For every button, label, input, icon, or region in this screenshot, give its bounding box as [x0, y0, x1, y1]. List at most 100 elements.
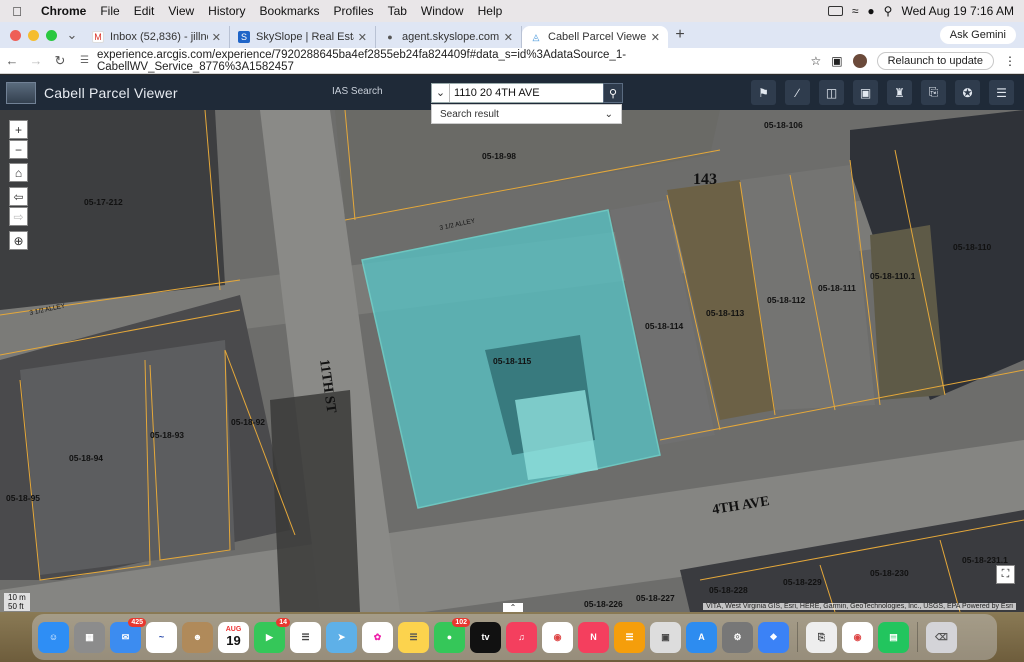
browser-tab-strip: ⌄ M Inbox (52,836) - jillnelsonre ✕ S Sk…: [0, 22, 1024, 48]
dock-separator: [797, 622, 798, 652]
more-menu-icon[interactable]: ⋮: [1004, 54, 1016, 68]
close-window-button[interactable]: [10, 29, 21, 41]
search-source-dropdown[interactable]: ⌄: [432, 84, 450, 102]
menu-clock[interactable]: Wed Aug 19 7:16 AM: [901, 4, 1014, 18]
numbers-icon[interactable]: ▤: [878, 621, 909, 653]
photos-icon[interactable]: ✿: [362, 621, 393, 653]
safari-icon[interactable]: ❖: [758, 621, 789, 653]
parcel-label: 05-18-95: [6, 493, 40, 503]
back-button[interactable]: ←: [0, 53, 24, 68]
calendar-icon[interactable]: AUG 19: [218, 621, 249, 653]
home-icon[interactable]: ⌂: [9, 163, 28, 182]
parcel-label: 05-18-229: [783, 577, 822, 587]
parcel-label: 05-18-92: [231, 417, 265, 427]
measure-icon[interactable]: ∕: [785, 80, 810, 105]
next-extent-icon[interactable]: ⇨: [9, 207, 28, 226]
chrome-icon[interactable]: ◉: [542, 621, 573, 653]
launchpad-icon[interactable]: ▦: [74, 621, 105, 653]
battery-icon[interactable]: [827, 6, 843, 16]
books-icon[interactable]: ☰: [614, 621, 645, 653]
tab-skyslope[interactable]: S SkySlope | Real Estate Transa ✕: [230, 26, 376, 48]
trash-icon[interactable]: ⌫: [926, 621, 957, 653]
identify-icon[interactable]: ♜: [887, 80, 912, 105]
scale-imperial: 50 ft: [8, 602, 24, 611]
locate-icon[interactable]: ⊕: [9, 231, 28, 250]
zoom-window-button[interactable]: [46, 29, 57, 41]
zoom-in-button[interactable]: +: [9, 120, 28, 139]
directions-icon[interactable]: ✪: [955, 80, 980, 105]
freeform-icon[interactable]: ~: [146, 621, 177, 653]
app-store-icon[interactable]: A: [686, 621, 717, 653]
search-result-dropdown[interactable]: Search result ⌄: [431, 104, 622, 124]
notes-icon[interactable]: ☰: [398, 621, 429, 653]
map-canvas[interactable]: 05-18-106 05-18-98 05-17-212 05-18-110 0…: [0, 110, 1024, 612]
tab-inbox[interactable]: M Inbox (52,836) - jillnelsonre ✕: [84, 26, 230, 48]
search-icon: ⚲: [608, 87, 618, 100]
menu-profiles[interactable]: Profiles: [327, 4, 381, 18]
url-text: experience.arcgis.com/experience/7920288…: [96, 48, 627, 73]
ask-gemini-button[interactable]: Ask Gemini: [939, 26, 1016, 44]
collapse-panel-icon[interactable]: ⌃: [503, 603, 523, 612]
bookmark-star-icon[interactable]: ☆: [810, 54, 821, 68]
profile-avatar[interactable]: [852, 53, 867, 68]
building-shadow: [270, 390, 360, 612]
menu-view[interactable]: View: [161, 4, 201, 18]
previous-extent-icon[interactable]: ⇦: [9, 187, 28, 206]
search-button[interactable]: ⚲: [603, 83, 623, 103]
print-icon[interactable]: ⎘: [921, 80, 946, 105]
maps-icon[interactable]: ➤: [326, 621, 357, 653]
close-tab-icon[interactable]: ✕: [504, 31, 513, 44]
finder-icon[interactable]: ☺: [38, 621, 69, 653]
contacts-icon[interactable]: ☻: [182, 621, 213, 653]
new-tab-button[interactable]: +: [668, 26, 692, 44]
mail-icon[interactable]: ✉ 425: [110, 617, 146, 653]
close-tab-icon[interactable]: ✕: [651, 31, 660, 44]
parcel-label: 05-18-113: [706, 308, 745, 318]
menu-edit[interactable]: Edit: [127, 4, 162, 18]
search-input[interactable]: [450, 87, 605, 99]
reload-button[interactable]: ↻: [48, 53, 72, 69]
preview-icon[interactable]: ▣: [650, 621, 681, 653]
menu-bookmarks[interactable]: Bookmarks: [253, 4, 327, 18]
layers-select-icon[interactable]: ⚑: [751, 80, 776, 105]
layer-list-icon[interactable]: ☰: [989, 80, 1014, 105]
extensions-icon[interactable]: ▣: [831, 54, 842, 68]
close-tab-icon[interactable]: ✕: [358, 31, 367, 44]
menu-file[interactable]: File: [93, 4, 126, 18]
compare-icon[interactable]: ◫: [819, 80, 844, 105]
reminders-icon[interactable]: ☰: [290, 621, 321, 653]
menu-history[interactable]: History: [201, 4, 252, 18]
forward-button[interactable]: →: [24, 53, 48, 68]
parcel-label: 05-18-98: [482, 151, 516, 161]
zoom-out-button[interactable]: −: [9, 140, 28, 159]
map-view[interactable]: 05-18-106 05-18-98 05-17-212 05-18-110 0…: [0, 110, 1024, 612]
save-icon[interactable]: ▣: [853, 80, 878, 105]
news-icon[interactable]: N: [578, 621, 609, 653]
menu-help[interactable]: Help: [471, 4, 510, 18]
facetime-icon[interactable]: ▶ 14: [254, 617, 290, 653]
menu-tab[interactable]: Tab: [381, 4, 414, 18]
fullscreen-icon[interactable]: ⛶: [996, 565, 1015, 584]
music-icon[interactable]: ♫: [506, 621, 537, 653]
relaunch-button[interactable]: Relaunch to update: [876, 51, 994, 70]
minimize-window-button[interactable]: [28, 29, 39, 41]
spotlight-icon[interactable]: ⚲: [884, 4, 893, 18]
chrome-app-icon[interactable]: ◉: [842, 621, 873, 653]
system-settings-icon[interactable]: ⚙: [722, 621, 753, 653]
tab-agent-skyslope[interactable]: ● agent.skyslope.com ✕: [376, 26, 522, 48]
tab-cabell-parcel-viewer[interactable]: ◬ Cabell Parcel Viewer ✕: [522, 26, 668, 48]
tab-search-icon[interactable]: ⌄: [60, 27, 84, 43]
address-field[interactable]: ☰ experience.arcgis.com/experience/79202…: [72, 48, 810, 73]
control-center-icon[interactable]: ●: [867, 4, 874, 18]
messages-icon[interactable]: ● 102: [434, 617, 470, 653]
macos-dock: ☺ ▦ ✉ 425 ~ ☻ AUG 19 ▶ 14 ☰ ➤ ✿ ☰ ● 102 tv ♫…: [32, 614, 997, 660]
apple-icon[interactable]: : [0, 4, 34, 19]
parcel-label: 05-18-112: [767, 295, 806, 305]
menu-app-name[interactable]: Chrome: [34, 4, 93, 18]
printer-icon[interactable]: ⎘: [806, 621, 837, 653]
wifi-icon[interactable]: ≈: [852, 4, 859, 18]
apple-tv-icon[interactable]: tv: [470, 621, 501, 653]
site-info-icon[interactable]: ☰: [80, 55, 89, 66]
menu-window[interactable]: Window: [414, 4, 471, 18]
close-tab-icon[interactable]: ✕: [212, 31, 221, 44]
